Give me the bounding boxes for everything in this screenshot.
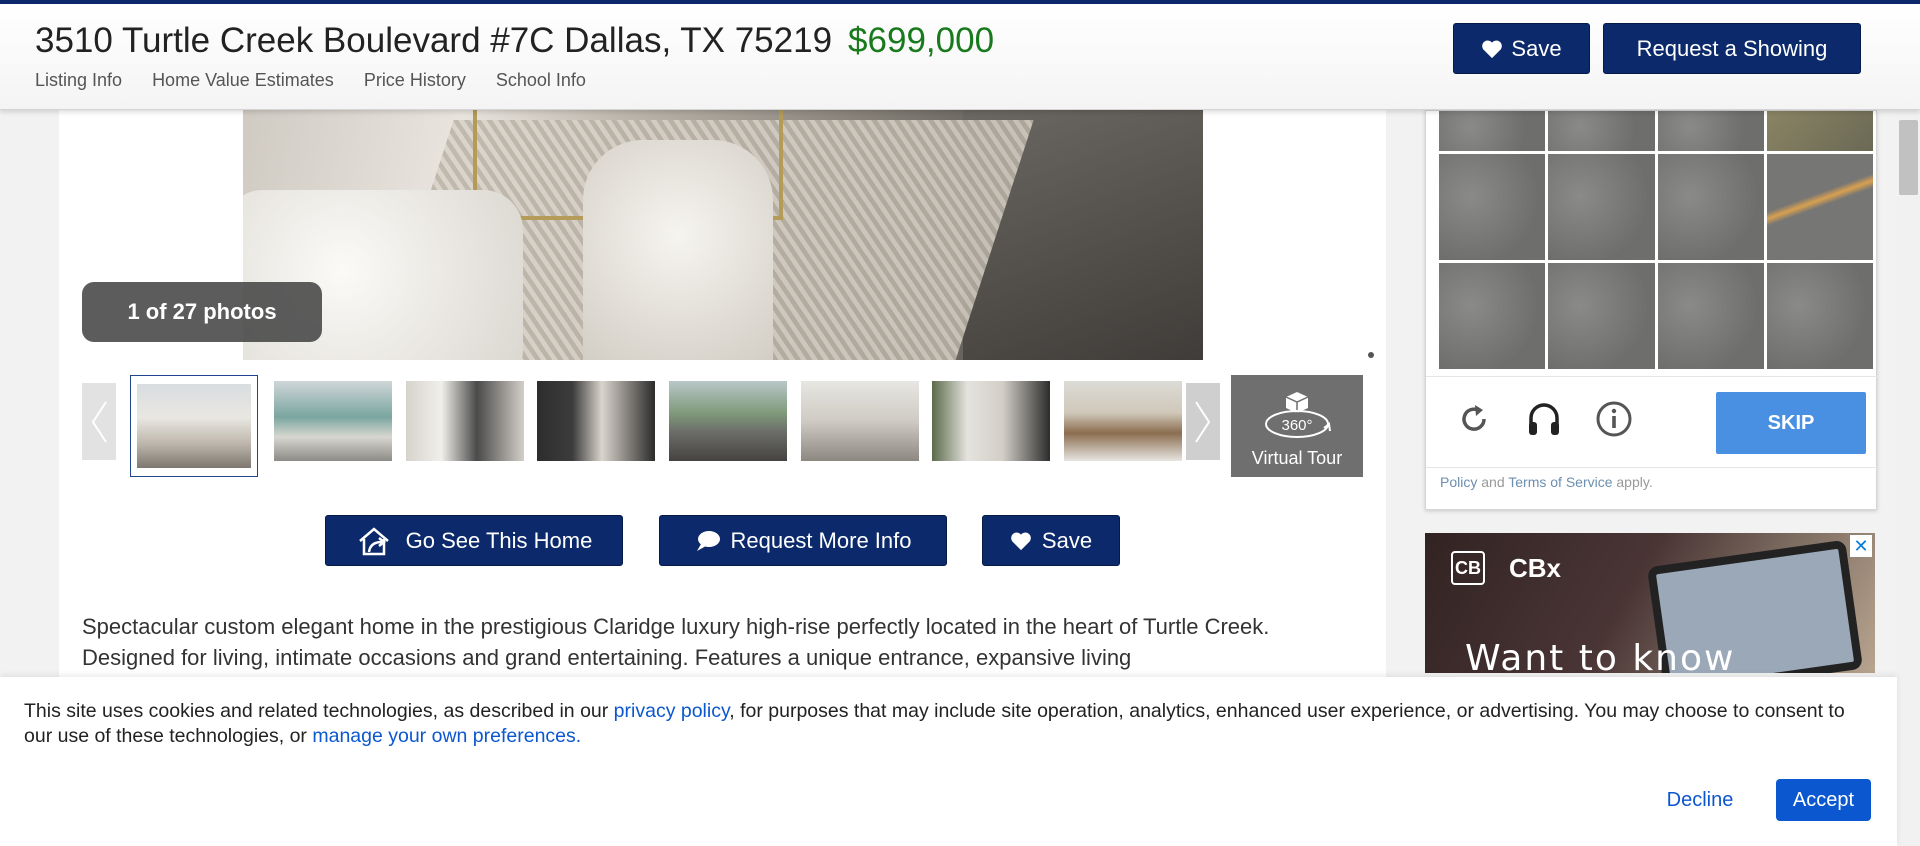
heart-icon <box>1011 532 1031 550</box>
ad-close-icon[interactable]: ✕ <box>1850 535 1872 557</box>
ad-logo: CB <box>1451 551 1485 585</box>
captcha-tile[interactable] <box>1439 111 1546 151</box>
listing-header: 3510 Turtle Creek Boulevard #7C Dallas, … <box>0 4 1920 110</box>
request-showing-button[interactable]: Request a Showing <box>1603 23 1861 74</box>
virtual-tour-label: Virtual Tour <box>1251 448 1343 468</box>
recaptcha-footer-apply: apply. <box>1616 474 1653 490</box>
360-badge-text: 360° <box>1281 417 1312 434</box>
thumbnail-6[interactable] <box>801 381 919 461</box>
photo-count-badge: 1 of 27 photos <box>82 282 322 342</box>
ad-headline: Want to know <box>1465 638 1736 673</box>
recaptcha-image-grid <box>1439 111 1873 369</box>
chevron-left-icon <box>91 400 107 443</box>
captcha-tile[interactable] <box>1548 154 1655 260</box>
thumbnail-next-arrow[interactable] <box>1186 383 1220 460</box>
nav-home-value-estimates[interactable]: Home Value Estimates <box>152 70 334 91</box>
captcha-tile[interactable] <box>1766 263 1873 369</box>
listing-address: 3510 Turtle Creek Boulevard #7C Dallas, … <box>35 21 833 60</box>
captcha-tile[interactable] <box>1766 111 1873 151</box>
info-icon[interactable] <box>1594 399 1634 439</box>
thumbnail-7[interactable] <box>932 381 1050 461</box>
save-label: Save <box>1041 527 1093 553</box>
recaptcha-policy-link[interactable]: Policy <box>1440 474 1477 490</box>
privacy-policy-link[interactable]: privacy policy <box>614 700 730 722</box>
go-see-home-label: Go See This Home <box>405 527 593 553</box>
advertisement[interactable]: CB CBx Want to know <box>1425 533 1875 673</box>
thumbnail-8[interactable] <box>1064 381 1182 461</box>
recaptcha-footer-and: and <box>1481 474 1505 490</box>
thumbnail-2[interactable] <box>274 381 392 461</box>
scrollbar-track[interactable] <box>1897 110 1920 846</box>
thumbnail-4[interactable] <box>537 381 655 461</box>
main-photo[interactable] <box>243 110 1203 360</box>
thumbnail-1[interactable] <box>130 375 258 477</box>
captcha-tile[interactable] <box>1657 111 1764 151</box>
cookie-message: This site uses cookies and related techn… <box>24 699 1864 749</box>
listing-description: Spectacular custom elegant home in the p… <box>82 614 1270 670</box>
captcha-tile[interactable] <box>1439 263 1546 369</box>
thumbnail-prev-arrow[interactable] <box>82 383 116 460</box>
recaptcha-skip-button[interactable]: SKIP <box>1716 392 1866 454</box>
captcha-tile[interactable] <box>1439 154 1546 260</box>
chat-bubble-icon <box>696 530 720 551</box>
recaptcha-challenge: SKIP Policy and Terms of Service apply. <box>1425 110 1878 510</box>
header-save-button[interactable]: Save <box>1453 23 1590 74</box>
audio-icon[interactable] <box>1524 399 1564 439</box>
reload-icon[interactable] <box>1454 399 1494 439</box>
header-save-label: Save <box>1511 35 1562 61</box>
recaptcha-terms-link[interactable]: Terms of Service <box>1508 474 1612 490</box>
cookie-text-end: . <box>575 725 582 747</box>
heart-icon <box>1482 40 1503 58</box>
captcha-tile[interactable] <box>1657 154 1764 260</box>
thumbnail-3[interactable] <box>406 381 524 461</box>
cookie-text-before: This site uses cookies and related techn… <box>24 700 614 722</box>
listing-title: 3510 Turtle Creek Boulevard #7C Dallas, … <box>35 21 994 61</box>
nav-listing-info[interactable]: Listing Info <box>35 70 122 91</box>
captcha-tile[interactable] <box>1657 263 1764 369</box>
nav-school-info[interactable]: School Info <box>496 70 586 91</box>
accept-button[interactable]: Accept <box>1776 779 1871 821</box>
scrollbar-thumb[interactable] <box>1899 120 1918 195</box>
recaptcha-controls <box>1454 399 1634 439</box>
nav-price-history[interactable]: Price History <box>364 70 466 91</box>
listing-price: $699,000 <box>848 21 995 60</box>
cookie-banner: This site uses cookies and related techn… <box>0 677 1897 846</box>
recaptcha-footer: Policy and Terms of Service apply. <box>1440 474 1653 490</box>
request-showing-label: Request a Showing <box>1636 35 1828 61</box>
manage-preferences-link[interactable]: manage your own preferences <box>312 725 575 747</box>
chevron-right-icon <box>1195 400 1211 443</box>
360-tour-icon: 360° <box>1265 392 1331 438</box>
listing-nav: Listing Info Home Value Estimates Price … <box>35 70 586 91</box>
ad-brand: CBx <box>1509 553 1562 583</box>
house-arrow-icon <box>358 526 389 555</box>
thumbnail-5[interactable] <box>669 381 787 461</box>
virtual-tour-button[interactable]: 360° Virtual Tour <box>1231 375 1363 477</box>
captcha-tile[interactable] <box>1548 111 1655 151</box>
captcha-tile[interactable] <box>1766 154 1873 260</box>
save-button[interactable]: Save <box>982 515 1120 566</box>
request-more-info-label: Request More Info <box>730 527 912 553</box>
captcha-tile[interactable] <box>1548 263 1655 369</box>
carousel-dot <box>1368 352 1374 358</box>
request-more-info-button[interactable]: Request More Info <box>659 515 947 566</box>
decline-button[interactable]: Decline <box>1650 779 1750 821</box>
go-see-home-button[interactable]: Go See This Home <box>325 515 623 566</box>
